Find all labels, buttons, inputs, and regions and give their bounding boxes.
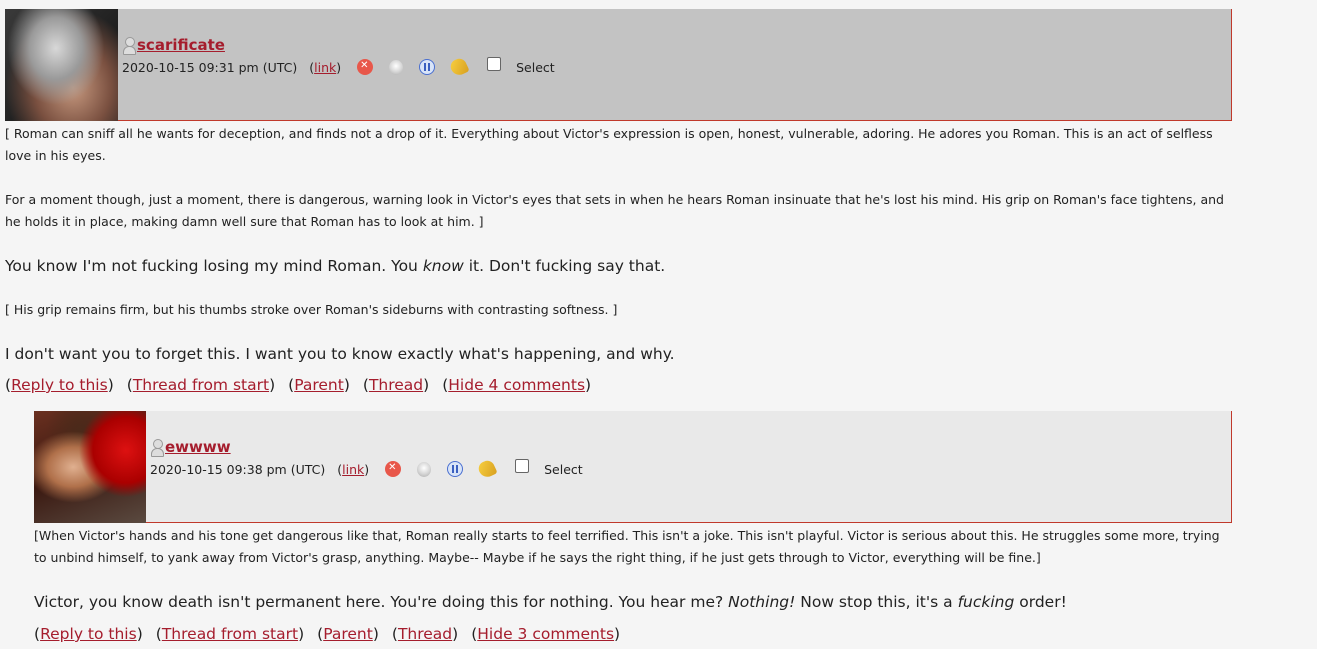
user-icon xyxy=(150,438,164,457)
comment-date: 2020-10-15 09:31 pm (UTC) xyxy=(122,59,298,75)
avatar[interactable] xyxy=(34,411,146,523)
hide-comments-link[interactable]: Hide 3 comments xyxy=(477,625,614,643)
reply-link[interactable]: Reply to this xyxy=(40,625,137,643)
reply-link[interactable]: Reply to this xyxy=(11,376,108,394)
track-bell-icon[interactable] xyxy=(476,458,498,480)
comment-actions: (Reply to this) (Thread from start) (Paren… xyxy=(5,376,592,394)
comment-header: scarificate 2020-10-15 09:31 pm (UTC) (l… xyxy=(5,9,1232,121)
screen-icon[interactable] xyxy=(417,461,432,477)
parent-link[interactable]: Parent xyxy=(294,376,344,394)
username-link[interactable]: ewwww xyxy=(165,438,231,456)
freeze-icon[interactable] xyxy=(447,461,464,477)
screen-icon[interactable] xyxy=(389,59,404,75)
select-label: Select xyxy=(516,59,555,75)
comment: ewwww 2020-10-15 09:38 pm (UTC) (link) S… xyxy=(34,411,1232,645)
comment-header: ewwww 2020-10-15 09:38 pm (UTC) (link) S… xyxy=(34,411,1232,523)
comment-paragraph: You know I'm not fucking losing my mind … xyxy=(5,257,666,275)
user-icon xyxy=(122,36,136,55)
thread-from-start-link[interactable]: Thread from start xyxy=(133,376,269,394)
comment-paragraph: [When Victor's hands and his tone get da… xyxy=(34,528,1220,565)
select-label: Select xyxy=(544,461,583,477)
comment-paragraph: [ Roman can sniff all he wants for decep… xyxy=(5,126,1213,163)
delete-icon[interactable] xyxy=(357,59,374,75)
comment-paragraph: I don't want you to forget this. I want … xyxy=(5,345,675,363)
permalink[interactable]: link xyxy=(342,462,364,477)
delete-icon[interactable] xyxy=(385,461,402,477)
parent-link[interactable]: Parent xyxy=(323,625,373,643)
select-checkbox[interactable] xyxy=(515,459,530,473)
hide-comments-link[interactable]: Hide 4 comments xyxy=(448,376,585,394)
thread-from-start-link[interactable]: Thread from start xyxy=(162,625,298,643)
thread-link[interactable]: Thread xyxy=(398,625,452,643)
comment: scarificate 2020-10-15 09:31 pm (UTC) (l… xyxy=(5,9,1232,396)
freeze-icon[interactable] xyxy=(419,59,436,75)
thread-link[interactable]: Thread xyxy=(369,376,423,394)
username-link[interactable]: scarificate xyxy=(137,36,225,54)
comment-date: 2020-10-15 09:38 pm (UTC) xyxy=(150,461,326,477)
avatar[interactable] xyxy=(5,9,118,121)
permalink[interactable]: link xyxy=(314,60,336,75)
select-checkbox[interactable] xyxy=(487,57,502,71)
comment-paragraph: Victor, you know death isn't permanent h… xyxy=(34,593,1067,611)
track-bell-icon[interactable] xyxy=(448,56,470,78)
comment-paragraph: [ His grip remains firm, but his thumbs … xyxy=(5,302,618,317)
comment-paragraph: For a moment though, just a moment, ther… xyxy=(5,192,1224,229)
comment-actions: (Reply to this) (Thread from start) (Paren… xyxy=(34,625,621,643)
